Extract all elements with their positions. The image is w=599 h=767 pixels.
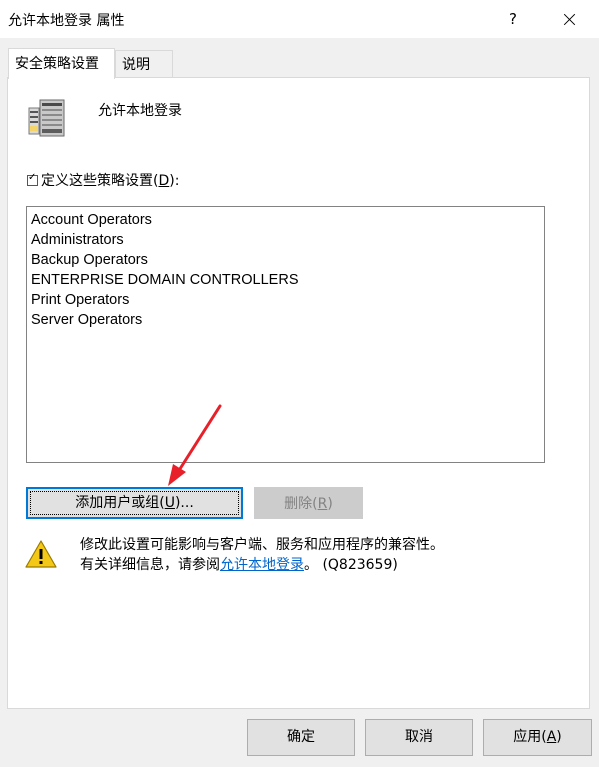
window-title: 允许本地登录 属性	[8, 13, 125, 29]
add-user-or-group-button[interactable]: 添加用户或组(U)...	[26, 487, 243, 519]
define-settings-checkbox[interactable]: 定义这些策略设置(D):	[27, 171, 179, 189]
help-button[interactable]: ?	[496, 3, 530, 35]
list-item[interactable]: Print Operators	[27, 290, 544, 310]
compatibility-warning: 修改此设置可能影响与客户端、服务和应用程序的兼容性。 有关详细信息，请参阅允许本…	[80, 535, 444, 575]
list-item[interactable]: Account Operators	[27, 210, 544, 230]
list-item[interactable]: Administrators	[27, 230, 544, 250]
cancel-button[interactable]: 取消	[365, 719, 473, 756]
tab-security-policy-settings[interactable]: 安全策略设置	[8, 48, 115, 79]
tab-explain[interactable]: 说明	[115, 50, 173, 78]
remove-button[interactable]: 删除(R)	[254, 487, 363, 519]
title-bar: 允许本地登录 属性 ?	[0, 0, 599, 38]
warning-line-1: 修改此设置可能影响与客户端、服务和应用程序的兼容性。	[80, 537, 444, 553]
list-item[interactable]: Server Operators	[27, 310, 544, 330]
warning-line-2: 有关详细信息，请参阅允许本地登录。 (Q823659)	[80, 557, 398, 573]
list-item[interactable]: Backup Operators	[27, 250, 544, 270]
policy-name: 允许本地登录	[98, 103, 182, 119]
ok-button[interactable]: 确定	[247, 719, 355, 756]
checkbox-checked-icon[interactable]	[27, 172, 38, 186]
warning-icon	[25, 540, 57, 568]
apply-button[interactable]: 应用(A)	[483, 719, 592, 756]
annotation-arrow-icon	[168, 404, 222, 486]
define-settings-label: 定义这些策略设置(D):	[41, 173, 180, 189]
list-item[interactable]: ENTERPRISE DOMAIN CONTROLLERS	[27, 270, 544, 290]
members-listbox[interactable]: Account Operators Administrators Backup …	[26, 206, 545, 463]
server-icon	[28, 99, 65, 137]
close-button[interactable]	[552, 3, 588, 35]
policy-help-link[interactable]: 允许本地登录	[220, 557, 304, 573]
